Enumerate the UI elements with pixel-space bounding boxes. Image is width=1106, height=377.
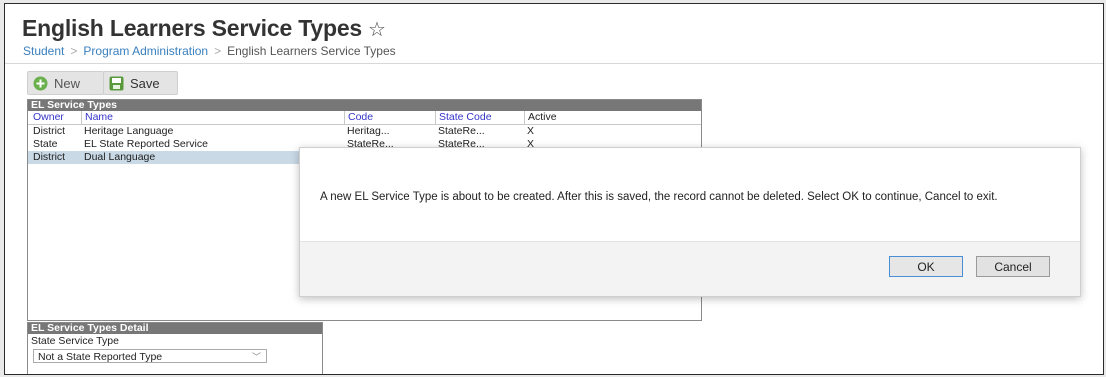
header-divider <box>5 63 1103 64</box>
new-button[interactable]: New <box>27 71 104 95</box>
breadcrumb-program-administration[interactable]: Program Administration <box>83 44 208 58</box>
favorite-star-icon[interactable]: ☆ <box>368 19 386 41</box>
cell-name: Heritage Language <box>84 125 174 137</box>
chevron-down-icon: ﹀ <box>251 352 261 362</box>
state-service-type-select[interactable]: Not a State Reported Type ﹀ <box>33 349 267 363</box>
list-panel-title: EL Service Types <box>28 100 701 111</box>
cell-state-code: StateRe... <box>438 125 485 137</box>
ok-button[interactable]: OK <box>889 256 963 277</box>
floppy-disk-icon <box>109 76 124 91</box>
column-header-name[interactable]: Name <box>81 111 345 124</box>
cell-active: X <box>527 125 535 137</box>
column-header-active[interactable]: Active <box>524 111 703 124</box>
page-title: English Learners Service Types ☆ <box>22 15 386 42</box>
table-row[interactable]: District Heritage Language Heritag... St… <box>28 125 701 138</box>
breadcrumb-separator: > <box>214 44 222 58</box>
cancel-button[interactable]: Cancel <box>976 256 1050 277</box>
state-service-type-value: Not a State Reported Type <box>38 351 163 363</box>
plus-circle-icon <box>33 76 48 91</box>
column-header-row: Owner Name Code State Code Active <box>28 111 701 125</box>
page-title-text: English Learners Service Types <box>22 15 363 41</box>
confirm-dialog: A new EL Service Type is about to be cre… <box>299 147 1081 297</box>
save-button[interactable]: Save <box>103 71 178 95</box>
cell-owner: District <box>33 151 66 163</box>
column-header-code[interactable]: Code <box>344 111 436 124</box>
state-service-type-label: State Service Type <box>31 335 119 347</box>
cell-code: Heritag... <box>347 125 390 137</box>
app-frame: English Learners Service Types ☆ Student >… <box>4 3 1104 375</box>
breadcrumb: Student > Program Administration > English L… <box>23 44 396 58</box>
el-service-types-detail: EL Service Types Detail State Service Ty… <box>27 322 323 374</box>
breadcrumb-student[interactable]: Student <box>23 44 64 58</box>
breadcrumb-current: English Learners Service Types <box>227 44 396 58</box>
column-header-owner[interactable]: Owner <box>30 111 79 124</box>
cell-owner: State <box>33 138 58 150</box>
dialog-message: A new EL Service Type is about to be cre… <box>320 191 998 203</box>
detail-panel-title: EL Service Types Detail <box>28 323 322 334</box>
cell-owner: District <box>33 125 66 137</box>
breadcrumb-separator: > <box>70 44 78 58</box>
dialog-footer: OK Cancel <box>300 241 1080 296</box>
new-button-label: New <box>54 75 81 91</box>
column-header-state-code[interactable]: State Code <box>435 111 525 124</box>
save-button-label: Save <box>130 75 160 91</box>
